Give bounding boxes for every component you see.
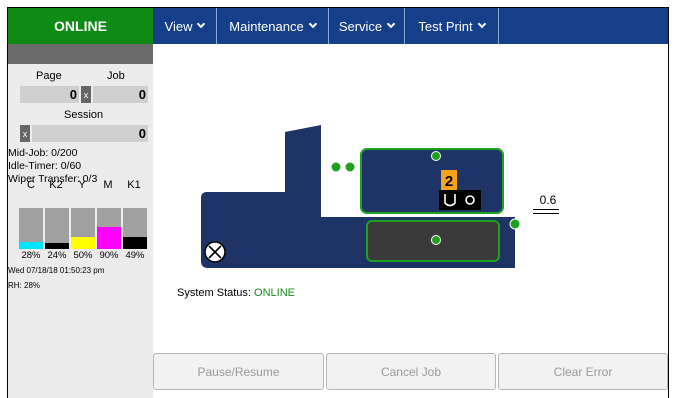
ink-fill-k2 (45, 243, 69, 249)
indicator-dot (344, 161, 356, 173)
ink-level-c (19, 208, 43, 249)
ink-percent-m: 90% (99, 250, 119, 261)
chevron-down-icon (386, 19, 396, 29)
nav-maintenance-label: Maintenance (229, 18, 304, 34)
nav-view[interactable]: View (153, 8, 217, 44)
indicator-dot (330, 161, 342, 173)
ink-percent-y: 50% (73, 250, 93, 261)
job-counter-value: 0 (138, 87, 146, 102)
page-counter: 0 (20, 86, 79, 103)
ink-fill-k1 (123, 237, 147, 249)
humidity-text: RH: 28% (8, 281, 41, 290)
ink-header-k2: K2 (49, 179, 63, 191)
ink-header-c: C (27, 179, 35, 191)
chevron-down-icon (477, 19, 486, 29)
ink-fill-y (71, 237, 95, 249)
session-reset-button[interactable]: x (20, 125, 30, 142)
ink-header-k1: K1 (127, 179, 141, 191)
ink-level-m (97, 208, 121, 249)
indicator-dot (431, 151, 441, 161)
ink-fill-c (19, 242, 43, 249)
system-status-value: ONLINE (254, 287, 296, 299)
datetime-text: Wed 07/18/18 01:50:23 pm (8, 266, 105, 275)
ink-level-y (71, 208, 95, 249)
indicator-dot (509, 218, 521, 230)
system-status-label: System Status: (177, 287, 251, 299)
session-label: Session (64, 109, 104, 121)
nav-service-label: Service (338, 18, 383, 34)
printer-diagram: 2 (201, 125, 521, 268)
top-nav: View Maintenance Service Test Print (153, 8, 668, 44)
indicator-dot (431, 235, 441, 245)
session-counter-value: 0 (138, 126, 146, 141)
nav-test-print-label: Test Print (418, 18, 473, 34)
chevron-down-icon (197, 19, 206, 29)
session-counter: 0 (32, 125, 148, 142)
ink-header-y: Y (78, 179, 86, 191)
ink-percent-c: 28% (21, 250, 41, 261)
head-number-text: 2 (445, 173, 453, 190)
nav-test-print[interactable]: Test Print (405, 8, 499, 44)
ink-header-m: M (103, 179, 113, 191)
online-status-tab: ONLINE (8, 8, 153, 44)
ink-percent-k2: 24% (47, 250, 67, 261)
close-icon: x (22, 128, 28, 139)
nav-view-label: View (164, 18, 193, 34)
gap-measurement-lines (533, 209, 559, 214)
nav-service[interactable]: Service (329, 8, 405, 44)
cancel-job-button[interactable]: Cancel Job (326, 353, 496, 390)
job-counter: 0 (93, 86, 148, 103)
clear-error-button[interactable]: Clear Error (498, 353, 668, 390)
panel-header-bar (8, 44, 153, 64)
pause-resume-button[interactable]: Pause/Resume (153, 353, 324, 390)
idle-timer-text: Idle-Timer: 0/60 (8, 160, 82, 172)
job-label: Job (107, 70, 125, 82)
page-reset-button[interactable]: x (81, 86, 91, 103)
close-icon: x (83, 89, 89, 100)
page-label: Page (36, 70, 62, 82)
gap-measurement: 0.6 (539, 193, 557, 207)
left-status-panel: Page Job 0 x 0 Session x 0 Mid-Job: 0/20… (8, 44, 153, 398)
ink-fill-m (97, 227, 121, 249)
ink-level-k1 (123, 208, 147, 249)
mid-job-text: Mid-Job: 0/200 (8, 147, 78, 159)
ink-percent-k1: 49% (125, 250, 145, 261)
page-counter-value: 0 (69, 87, 77, 102)
ink-level-k2 (45, 208, 69, 249)
chevron-down-icon (308, 19, 317, 29)
nav-maintenance[interactable]: Maintenance (217, 8, 329, 44)
system-status: System Status: ONLINE (177, 287, 295, 299)
